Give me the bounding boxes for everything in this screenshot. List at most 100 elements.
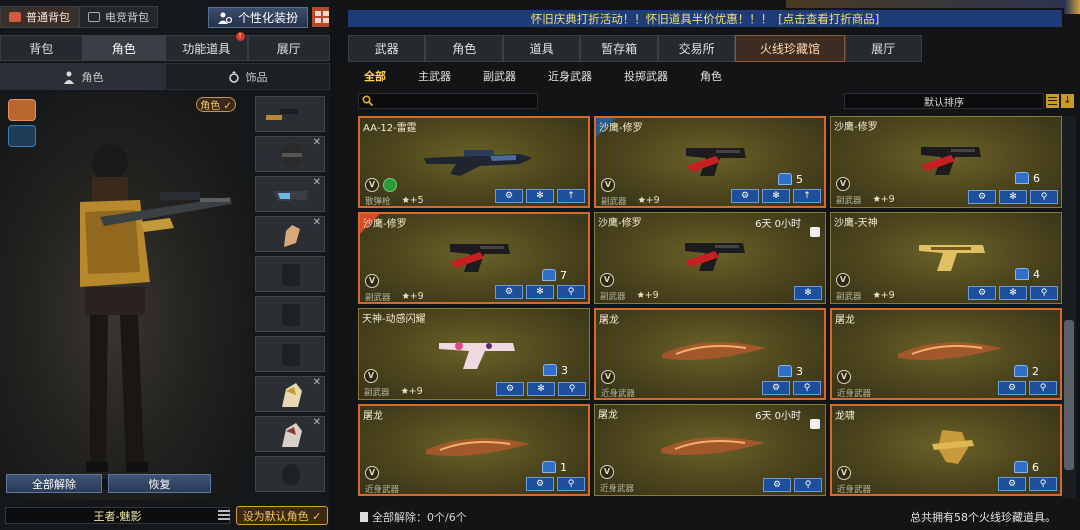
item-card[interactable]: 沙鹰-修罗 V 副武器 🟊+9 6 ⚙ ✻ ⚲: [830, 116, 1062, 208]
list-view-icon[interactable]: [1046, 94, 1059, 108]
item-card[interactable]: 天神-动感闪耀 V 副武器 🟊+9 3 ⚙ ✻ ⚲: [358, 308, 590, 400]
inspect-button[interactable]: ⚲: [1029, 381, 1057, 395]
filter-primary[interactable]: 主武器: [402, 68, 467, 84]
tab-functional-items[interactable]: 功能道具!: [165, 32, 248, 61]
item-card[interactable]: 屠龙 6天 0小时 V 近身武器 ⚙ ⚲: [594, 404, 826, 496]
item-card[interactable]: 屠龙 V 近身武器 2 ⚙ ⚲: [830, 308, 1062, 400]
inspect-button[interactable]: ⚲: [1029, 477, 1057, 491]
grid-view-button[interactable]: [312, 7, 329, 27]
close-icon[interactable]: ✕: [313, 177, 321, 188]
character-name-field[interactable]: 王者-魅影: [5, 507, 230, 524]
item-category: 副武器: [364, 388, 390, 398]
tab-items[interactable]: 道具: [502, 35, 581, 62]
item-card[interactable]: 屠龙 V 近身武器 3 ⚙ ⚲: [594, 308, 826, 400]
upgrade-button[interactable]: ⚙: [731, 189, 759, 203]
item-card[interactable]: 沙鹰-修罗 6天 0小时 V 副武器 🟊+9 ✻: [594, 212, 826, 304]
tab-exchange[interactable]: 交易所: [657, 35, 736, 62]
slot-pendant-1[interactable]: ✕: [255, 376, 325, 412]
slot-ring[interactable]: [255, 456, 325, 492]
filter-role[interactable]: 角色: [684, 68, 738, 84]
settings-button[interactable]: ✻: [762, 189, 790, 203]
tab-right-showroom[interactable]: 展厅: [844, 35, 923, 62]
person-gear-icon: [217, 12, 232, 24]
upgrade-button[interactable]: ⚙: [762, 381, 790, 395]
close-icon[interactable]: ✕: [313, 217, 321, 228]
role-badge[interactable]: 角色 ✓: [196, 97, 236, 112]
item-card[interactable]: 沙鹰-修罗 V 副武器 🟊+9 7 ⚙ ✻ ⚲: [358, 212, 590, 304]
slot-armor[interactable]: [255, 256, 325, 292]
subtab-accessories[interactable]: 饰品: [165, 63, 330, 90]
filter-all[interactable]: 全部: [348, 68, 402, 84]
promo-link[interactable]: [点击查看打折商品]: [778, 11, 879, 27]
close-icon[interactable]: ✕: [313, 137, 321, 148]
settings-button[interactable]: ✻: [794, 286, 822, 300]
settings-button[interactable]: ✻: [527, 382, 555, 396]
sort-dropdown[interactable]: 默认排序: [844, 93, 1044, 109]
tab-roles[interactable]: 角色: [425, 35, 503, 62]
slot-vest[interactable]: [255, 296, 325, 332]
tab-esports-bag[interactable]: 电竞背包: [79, 6, 158, 28]
inspect-button[interactable]: ⚲: [794, 478, 822, 492]
restore-button[interactable]: 恢复: [108, 474, 211, 493]
character-view-icon[interactable]: [8, 99, 36, 121]
promo-banner[interactable]: 怀旧庆典打折活动！！怀旧道具半价优惠！！！ [点击查看打折商品]: [348, 10, 1062, 27]
item-card[interactable]: 屠龙 V 近身武器 1 ⚙ ⚲: [358, 404, 590, 496]
menu-icon[interactable]: [217, 508, 231, 522]
upgrade-button[interactable]: ⚙: [968, 190, 996, 204]
tab-weapons[interactable]: 武器: [348, 35, 426, 62]
unequip-all-button[interactable]: 全部解除: [6, 474, 102, 493]
vip-icon: V: [365, 274, 379, 288]
tab-normal-bag[interactable]: 普通背包: [0, 6, 79, 28]
subtab-character[interactable]: 角色: [0, 63, 165, 90]
item-card[interactable]: 沙鹰-修罗 V 副武器 🟊+9 5 ⚙ ✻ ↑: [594, 116, 826, 208]
sort-arrow-icon[interactable]: ↓: [1061, 94, 1074, 108]
item-card[interactable]: 沙鹰-天神 V 副武器 🟊+9 4 ⚙ ✻ ⚲: [830, 212, 1062, 304]
tab-showroom[interactable]: 展厅: [247, 35, 330, 61]
upgrade-button[interactable]: ⚙: [998, 381, 1026, 395]
inspect-button[interactable]: ⚲: [1030, 190, 1058, 204]
slot-main-weapon[interactable]: [255, 96, 325, 132]
slot-gloves[interactable]: ✕: [255, 216, 325, 252]
tab-storage[interactable]: 暂存箱: [580, 35, 658, 62]
tab-backpack[interactable]: 背包: [0, 35, 83, 61]
filter-melee[interactable]: 近身武器: [532, 68, 608, 84]
enhance-button[interactable]: ↑: [557, 189, 585, 203]
scrollbar[interactable]: [1062, 116, 1076, 498]
slot-pants[interactable]: [255, 336, 325, 372]
filter-throwing[interactable]: 投掷武器: [608, 68, 684, 84]
inspect-button[interactable]: ⚲: [1030, 286, 1058, 300]
tab-character[interactable]: 角色: [82, 35, 165, 61]
customize-button[interactable]: 个性化装扮: [208, 7, 308, 28]
slot-helmet[interactable]: ✕: [255, 136, 325, 172]
item-card[interactable]: AA-12-雷霆 V 散弹枪 🟊+5 ⚙ ✻ ↑: [358, 116, 590, 208]
inspect-button[interactable]: ⚲: [557, 285, 585, 299]
item-level: 🟊+9: [637, 290, 659, 301]
enhance-button[interactable]: ↑: [793, 189, 821, 203]
set-default-character-button[interactable]: 设为默认角色 ✓: [236, 506, 328, 525]
tab-collection[interactable]: 火线珍藏馆: [735, 35, 845, 62]
upgrade-button[interactable]: ⚙: [495, 285, 523, 299]
close-icon[interactable]: ✕: [313, 417, 321, 428]
upgrade-button[interactable]: ⚙: [526, 477, 554, 491]
upgrade-button[interactable]: ⚙: [998, 477, 1026, 491]
settings-button[interactable]: ✻: [999, 286, 1027, 300]
settings-button[interactable]: ✻: [999, 190, 1027, 204]
upgrade-button[interactable]: ⚙: [763, 478, 791, 492]
upgrade-button[interactable]: ⚙: [496, 382, 524, 396]
scrollbar-thumb[interactable]: [1064, 320, 1074, 470]
slot-pendant-2[interactable]: ✕: [255, 416, 325, 452]
upgrade-button[interactable]: ⚙: [968, 286, 996, 300]
upgrade-button[interactable]: ⚙: [495, 189, 523, 203]
inspect-button[interactable]: ⚲: [558, 382, 586, 396]
inspect-button[interactable]: ⚲: [793, 381, 821, 395]
slot-goggles[interactable]: ✕: [255, 176, 325, 212]
settings-button[interactable]: ✻: [526, 189, 554, 203]
close-icon[interactable]: ✕: [313, 377, 321, 388]
goggles-view-icon[interactable]: [8, 125, 36, 147]
item-category: 近身武器: [365, 485, 400, 495]
inspect-button[interactable]: ⚲: [557, 477, 585, 491]
filter-secondary[interactable]: 副武器: [467, 68, 532, 84]
settings-button[interactable]: ✻: [526, 285, 554, 299]
item-card[interactable]: 龙啸 V 近身武器 6 ⚙ ⚲: [830, 404, 1062, 496]
search-input[interactable]: [358, 93, 538, 109]
